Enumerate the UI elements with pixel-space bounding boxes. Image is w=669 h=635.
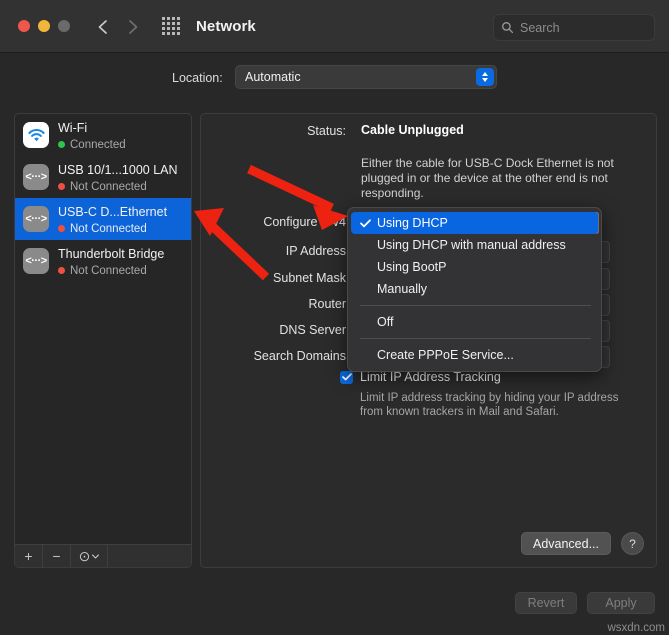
ip-address-label: IP Address <box>285 244 346 258</box>
search-domains-label: Search Domains <box>253 349 346 363</box>
add-service-button[interactable]: + <box>15 545 43 567</box>
chevron-left-icon[interactable] <box>96 19 110 34</box>
help-button[interactable]: ? <box>621 532 644 555</box>
menu-item-label: Manually <box>377 282 428 296</box>
grid-apps-icon[interactable] <box>162 17 180 35</box>
ethernet-icon: <···> <box>23 248 49 274</box>
limit-ip-tracking-description: Limit IP address tracking by hiding your… <box>360 392 619 418</box>
location-row: Location: Automatic <box>0 65 669 95</box>
status-label: Status: <box>307 124 346 138</box>
configure-ipv4-popup-menu: Using DHCP Using DHCP with manual addres… <box>347 207 602 372</box>
chevron-down-icon <box>92 553 100 559</box>
sidebar-item-name: USB-C D...Ethernet <box>58 204 168 219</box>
location-label: Location: <box>172 71 223 85</box>
menu-item-label: Create PPPoE Service... <box>377 348 514 362</box>
search-input[interactable]: Search <box>493 14 655 41</box>
network-services-list: Wi-Fi Connected <···> USB 10/1...1000 LA… <box>15 114 191 282</box>
menu-item-label: Off <box>377 315 394 329</box>
menu-item-using-bootp[interactable]: Using BootP <box>351 256 598 278</box>
status-dot-icon <box>58 267 65 274</box>
sidebar-item-text: USB 10/1...1000 LAN Not Connected <box>58 161 178 194</box>
search-placeholder: Search <box>520 20 560 35</box>
status-dot-icon <box>58 183 65 190</box>
menu-item-manually[interactable]: Manually <box>351 278 598 300</box>
watermark-text: wsxdn.com <box>607 622 665 634</box>
sidebar-item-status: Not Connected <box>58 180 178 194</box>
sidebar-item-text: Thunderbolt Bridge Not Connected <box>58 245 164 278</box>
sidebar-item-name: Thunderbolt Bridge <box>58 246 165 261</box>
network-services-sidebar: Wi-Fi Connected <···> USB 10/1...1000 LA… <box>14 113 192 568</box>
configure-ipv4-label: Configure IPv4 <box>263 215 346 229</box>
status-description: Either the cable for USB-C Dock Ethernet… <box>361 156 614 200</box>
status-text: Not Connected <box>70 180 147 193</box>
status-text: Not Connected <box>70 264 147 277</box>
service-actions-menu-button[interactable]: ⊙ <box>71 545 108 567</box>
page-title: Network <box>196 17 256 35</box>
sidebar-item-usbc-dock-ethernet[interactable]: <···> USB-C D...Ethernet Not Connected <box>15 198 191 240</box>
window-titlebar: Network Search <box>0 0 669 53</box>
close-button[interactable] <box>18 20 30 32</box>
search-icon <box>501 21 514 34</box>
sidebar-item-status: Connected <box>58 138 126 152</box>
checkmark-icon <box>340 370 353 384</box>
checkmark-icon <box>360 218 374 228</box>
sidebar-item-name: Wi-Fi <box>58 120 88 135</box>
status-text: Not Connected <box>70 222 147 235</box>
sidebar-item-status: Not Connected <box>58 264 164 278</box>
location-stepper-arrows[interactable] <box>476 67 494 86</box>
chevron-right-icon[interactable] <box>126 19 140 34</box>
sidebar-item-text: Wi-Fi Connected <box>58 119 126 152</box>
dns-server-label: DNS Server <box>279 323 346 337</box>
menu-item-label: Using BootP <box>377 260 447 274</box>
subnet-mask-label: Subnet Mask <box>273 271 346 285</box>
sidebar-item-name: USB 10/1...1000 LAN <box>58 162 178 177</box>
minimize-button[interactable] <box>38 20 50 32</box>
limit-ip-tracking-checkbox[interactable]: Limit IP Address Tracking <box>340 370 501 384</box>
menu-separator <box>360 305 591 306</box>
status-dot-icon <box>58 141 65 148</box>
location-selected-value: Automatic <box>245 70 301 84</box>
router-label: Router <box>308 297 346 311</box>
revert-button[interactable]: Revert <box>515 592 577 614</box>
sidebar-footer-spacer <box>108 545 191 567</box>
sidebar-item-status: Not Connected <box>58 222 167 236</box>
menu-item-using-dhcp[interactable]: Using DHCP <box>351 212 598 234</box>
menu-item-label: Using DHCP <box>377 216 448 230</box>
location-dropdown[interactable]: Automatic <box>235 65 497 89</box>
menu-item-label: Using DHCP with manual address <box>377 238 566 252</box>
sidebar-item-wifi[interactable]: Wi-Fi Connected <box>15 114 191 156</box>
menu-separator <box>360 338 591 339</box>
limit-ip-tracking-label: Limit IP Address Tracking <box>360 370 501 384</box>
sidebar-item-thunderbolt-bridge[interactable]: <···> Thunderbolt Bridge Not Connected <box>15 240 191 282</box>
menu-item-create-pppoe-service[interactable]: Create PPPoE Service... <box>351 344 598 366</box>
traffic-lights <box>18 20 70 32</box>
status-dot-icon <box>58 225 65 232</box>
ethernet-icon: <···> <box>23 206 49 232</box>
remove-service-button[interactable]: − <box>43 545 71 567</box>
sidebar-footer-toolbar: + − ⊙ <box>15 544 191 567</box>
menu-item-off[interactable]: Off <box>351 311 598 333</box>
sidebar-item-usb-lan[interactable]: <···> USB 10/1...1000 LAN Not Connected <box>15 156 191 198</box>
status-text: Connected <box>70 138 126 151</box>
network-preferences-window: Network Search Location: Automatic Wi-Fi… <box>0 0 669 635</box>
apply-button[interactable]: Apply <box>587 592 655 614</box>
ethernet-icon: <···> <box>23 164 49 190</box>
actions-gear-icon: ⊙ <box>78 547 91 564</box>
sidebar-item-text: USB-C D...Ethernet Not Connected <box>58 203 167 236</box>
zoom-button[interactable] <box>58 20 70 32</box>
navigation-buttons <box>96 19 140 34</box>
wifi-icon <box>23 122 49 148</box>
status-value: Cable Unplugged <box>361 123 464 137</box>
advanced-button[interactable]: Advanced... <box>520 532 611 555</box>
menu-item-using-dhcp-manual-address[interactable]: Using DHCP with manual address <box>351 234 598 256</box>
